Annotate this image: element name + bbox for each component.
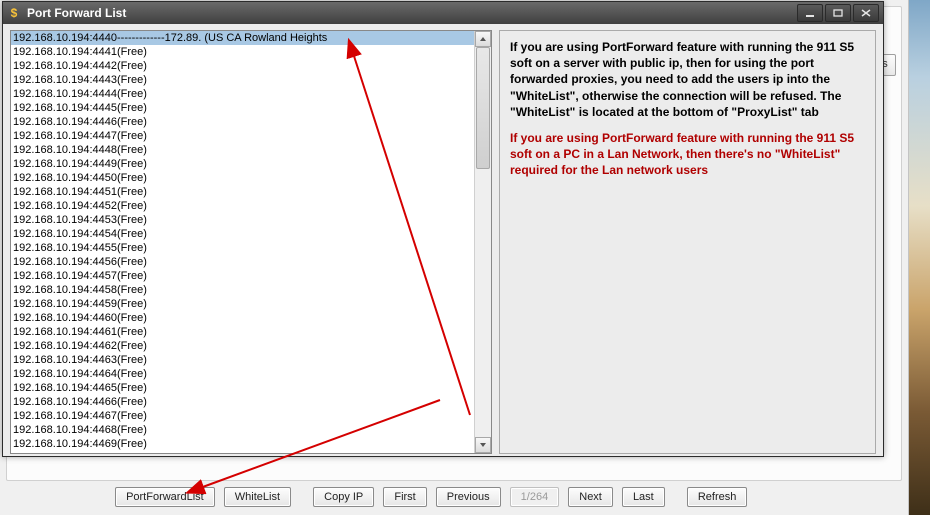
list-row[interactable]: 192.168.10.194:4444(Free) [11,87,475,101]
list-row[interactable]: 192.168.10.194:4441(Free) [11,45,475,59]
bottom-toolbar: PortForwardList WhiteList Copy IP First … [0,483,908,515]
list-row[interactable]: 192.168.10.194:4468(Free) [11,423,475,437]
scroll-up-button[interactable] [475,31,491,47]
last-button[interactable]: Last [622,487,665,507]
list-row[interactable]: 192.168.10.194:4462(Free) [11,339,475,353]
minimize-icon [805,9,815,17]
list-row[interactable]: 192.168.10.194:4454(Free) [11,227,475,241]
list-row[interactable]: 192.168.10.194:4451(Free) [11,185,475,199]
previous-button[interactable]: Previous [436,487,501,507]
info-text-secondary: If you are using PortForward feature wit… [510,130,865,179]
copy-ip-button[interactable]: Copy IP [313,487,374,507]
app-icon: $ [7,6,21,20]
maximize-icon [833,9,843,17]
info-pane: If you are using PortForward feature wit… [499,30,876,454]
list-row[interactable]: 192.168.10.194:4445(Free) [11,101,475,115]
list-row[interactable]: 192.168.10.194:4453(Free) [11,213,475,227]
page-indicator: 1/264 [510,487,560,507]
close-icon [861,9,871,17]
list-row[interactable]: 192.168.10.194:4460(Free) [11,311,475,325]
port-forward-list-button[interactable]: PortForwardList [115,487,215,507]
scroll-track[interactable] [475,47,491,437]
titlebar[interactable]: $ Port Forward List [3,2,883,24]
scroll-thumb[interactable] [476,47,490,169]
desktop-wallpaper [908,0,930,515]
list-row[interactable]: 192.168.10.194:4442(Free) [11,59,475,73]
list-row[interactable]: 192.168.10.194:4448(Free) [11,143,475,157]
list-row[interactable]: 192.168.10.194:4459(Free) [11,297,475,311]
vertical-scrollbar[interactable] [474,31,491,453]
list-row[interactable]: 192.168.10.194:4450(Free) [11,171,475,185]
list-row[interactable]: 192.168.10.194:4464(Free) [11,367,475,381]
list-row[interactable]: 192.168.10.194:4447(Free) [11,129,475,143]
list-row-selected[interactable]: 192.168.10.194:4440-------------172.89. … [11,31,475,45]
list-row[interactable]: 192.168.10.194:4455(Free) [11,241,475,255]
list-row[interactable]: 192.168.10.194:4458(Free) [11,283,475,297]
minimize-button[interactable] [797,4,823,22]
port-list-pane[interactable]: 192.168.10.194:4440-------------172.89. … [10,30,492,454]
info-text-primary: If you are using PortForward feature wit… [510,39,865,120]
chevron-up-icon [479,36,487,42]
list-row[interactable]: 192.168.10.194:4457(Free) [11,269,475,283]
list-row[interactable]: 192.168.10.194:4452(Free) [11,199,475,213]
scroll-down-button[interactable] [475,437,491,453]
refresh-button[interactable]: Refresh [687,487,748,507]
next-button[interactable]: Next [568,487,613,507]
list-row[interactable]: 192.168.10.194:4466(Free) [11,395,475,409]
port-forward-list-dialog: $ Port Forward List 192.168.10.194:4440-… [2,1,884,457]
window-title: Port Forward List [27,6,795,20]
first-button[interactable]: First [383,487,426,507]
list-row[interactable]: 192.168.10.194:4469(Free) [11,437,475,451]
list-row[interactable]: 192.168.10.194:4461(Free) [11,325,475,339]
white-list-button[interactable]: WhiteList [224,487,291,507]
close-button[interactable] [853,4,879,22]
list-row[interactable]: 192.168.10.194:4463(Free) [11,353,475,367]
list-row[interactable]: 192.168.10.194:4465(Free) [11,381,475,395]
list-row[interactable]: 192.168.10.194:4443(Free) [11,73,475,87]
list-row[interactable]: 192.168.10.194:4449(Free) [11,157,475,171]
maximize-button[interactable] [825,4,851,22]
list-row[interactable]: 192.168.10.194:4446(Free) [11,115,475,129]
list-row[interactable]: 192.168.10.194:4456(Free) [11,255,475,269]
list-row[interactable]: 192.168.10.194:4467(Free) [11,409,475,423]
chevron-down-icon [479,442,487,448]
